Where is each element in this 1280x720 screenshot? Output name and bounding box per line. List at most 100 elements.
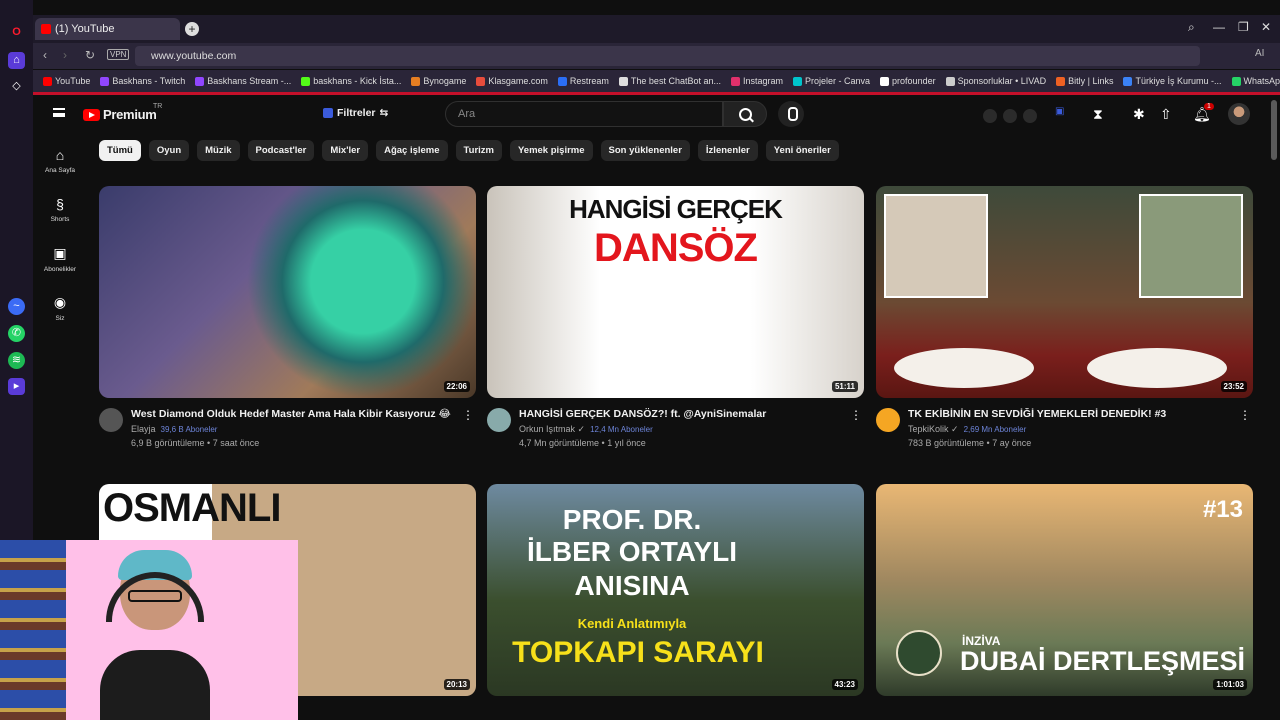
- tab-youtube[interactable]: (1) YouTube: [35, 18, 180, 40]
- chip[interactable]: İzlenenler: [697, 140, 758, 161]
- chip[interactable]: Müzik: [197, 140, 240, 161]
- video-card[interactable]: 23:52 TK EKİBİNİN EN SEVDİĞİ YEMEKLERİ D…: [876, 186, 1253, 456]
- home-icon: ⌂: [55, 147, 65, 163]
- more-options-icon[interactable]: ⋮: [1239, 408, 1251, 422]
- messenger-icon[interactable]: ~: [8, 298, 25, 315]
- chip[interactable]: Podcast'ler: [247, 140, 315, 161]
- back-icon[interactable]: ‹: [43, 48, 47, 62]
- chip[interactable]: Ağaç işleme: [376, 140, 448, 161]
- video-card[interactable]: PROF. DR. İLBER ORTAYLI ANISINA Kendi An…: [487, 484, 864, 696]
- maximize-icon[interactable]: ❐: [1238, 20, 1249, 34]
- channel-name[interactable]: TepkiKolik ✓: [908, 424, 959, 434]
- channel-info: Elayja 39,6 B Aboneler: [131, 424, 217, 434]
- thumbnail-text: #13: [1202, 496, 1243, 523]
- ai-button[interactable]: AI: [1255, 48, 1264, 59]
- chip[interactable]: Mix'ler: [322, 140, 369, 161]
- channel-avatar[interactable]: [487, 408, 511, 432]
- channel-name[interactable]: Orkun Işıtmak ✓: [519, 424, 585, 434]
- vpn-badge[interactable]: VPN: [107, 49, 130, 60]
- video-title[interactable]: West Diamond Olduk Hedef Master Ama Hala…: [131, 408, 456, 420]
- search-input[interactable]: Ara: [445, 101, 723, 127]
- channel-info: TepkiKolik ✓ 2,69 Mn Aboneler: [908, 424, 1026, 435]
- account-avatar[interactable]: [1228, 103, 1250, 125]
- channel-name[interactable]: Elayja: [131, 424, 156, 434]
- bookmark-item[interactable]: Instagram: [730, 76, 783, 86]
- youtube-logo[interactable]: Premium: [83, 107, 157, 122]
- video-thumbnail[interactable]: #13 İNZİVA DUBAİ DERTLEŞMESİ 1:01:03: [876, 484, 1253, 696]
- channel-avatar[interactable]: [876, 408, 900, 432]
- bookmark-item[interactable]: Baskhans Stream -...: [195, 76, 291, 86]
- region-code: TR: [153, 103, 163, 110]
- bookmark-item[interactable]: Bitly | Links: [1056, 76, 1113, 86]
- video-card[interactable]: 22:06 West Diamond Olduk Hedef Master Am…: [99, 186, 476, 456]
- search-tabs-icon[interactable]: ⌕: [1188, 20, 1195, 35]
- video-card[interactable]: HANGİSİ GERÇEK DANSÖZ 51:11 HANGİSİ GERÇ…: [487, 186, 864, 456]
- bookmark-item[interactable]: profounder: [880, 76, 936, 86]
- chip[interactable]: Turizm: [455, 140, 502, 161]
- extension-icon[interactable]: [1023, 109, 1037, 123]
- extension-icon[interactable]: [983, 109, 997, 123]
- video-duration: 1:01:03: [1213, 679, 1247, 690]
- channel-avatar[interactable]: [99, 408, 123, 432]
- video-title[interactable]: HANGİSİ GERÇEK DANSÖZ?! ft. @AyniSinemal…: [519, 408, 844, 420]
- video-thumbnail[interactable]: HANGİSİ GERÇEK DANSÖZ 51:11: [487, 186, 864, 398]
- bookmark-item[interactable]: baskhans - Kick İsta...: [301, 76, 401, 86]
- nav-shorts[interactable]: § Shorts: [33, 196, 87, 223]
- bookmark-item[interactable]: The best ChatBot an...: [618, 76, 721, 86]
- menu-icon[interactable]: [53, 108, 65, 117]
- more-options-icon[interactable]: ⋮: [850, 408, 862, 422]
- bookmark-item[interactable]: Bynogame: [411, 76, 466, 86]
- voice-search-icon[interactable]: [778, 101, 804, 127]
- whatsapp-icon[interactable]: ✆: [8, 325, 25, 342]
- new-tab-button[interactable]: +: [185, 22, 199, 36]
- nav-subscriptions[interactable]: ▣ Abonelikler: [33, 245, 87, 273]
- chip-all[interactable]: Tümü: [99, 140, 141, 161]
- upload-icon[interactable]: ⇧: [1160, 106, 1172, 123]
- chip[interactable]: Oyun: [148, 140, 190, 161]
- video-thumbnail[interactable]: 22:06: [99, 186, 476, 398]
- bookmark-item[interactable]: WhatsApp: [1231, 76, 1280, 86]
- chip[interactable]: Yeni öneriler: [765, 140, 839, 161]
- cast-icon[interactable]: ⧗: [1093, 106, 1103, 123]
- spotify-icon[interactable]: ≋: [8, 352, 25, 369]
- close-window-icon[interactable]: ✕: [1261, 20, 1271, 34]
- video-duration: 51:11: [831, 381, 858, 392]
- minimize-icon[interactable]: —: [1213, 20, 1225, 34]
- nav-home[interactable]: ⌂ Ana Sayfa: [33, 147, 87, 174]
- search-button[interactable]: [723, 101, 767, 127]
- video-thumbnail[interactable]: PROF. DR. İLBER ORTAYLI ANISINA Kendi An…: [487, 484, 864, 696]
- video-thumbnail[interactable]: 23:52: [876, 186, 1253, 398]
- video-duration: 20:13: [443, 679, 470, 690]
- forward-icon[interactable]: ›: [63, 48, 67, 62]
- video-title[interactable]: TK EKİBİNİN EN SEVDİĞİ YEMEKLERİ DENEDİK…: [908, 408, 1233, 420]
- opera-pin-icon[interactable]: ◇: [8, 78, 25, 95]
- bookmark-item[interactable]: Klasgame.com: [476, 76, 548, 86]
- bookmark-item[interactable]: Projeler - Canva: [793, 76, 870, 86]
- bookmark-item[interactable]: Restream: [557, 76, 609, 86]
- bookmark-item[interactable]: YouTube: [43, 76, 90, 86]
- extension-icon[interactable]: [1003, 109, 1017, 123]
- bookmark-item[interactable]: Baskhans - Twitch: [100, 76, 185, 86]
- you-icon: ◉: [53, 294, 67, 310]
- opera-home-icon[interactable]: ⌂: [8, 52, 25, 69]
- chip[interactable]: Son yüklenenler: [600, 140, 690, 161]
- reload-icon[interactable]: ↻: [85, 48, 95, 62]
- subscriber-count: 12,4 Mn Aboneler: [590, 425, 653, 434]
- thumbnail-text: DUBAİ DERTLEŞMESİ: [960, 646, 1246, 676]
- opera-logo-icon[interactable]: O: [8, 24, 25, 41]
- youtube-header: Premium TR Filtreler ⇆ Ara ▣ ⧗ ✱ ⇧ 🔔︎ 1: [33, 95, 1280, 133]
- url-field[interactable]: www.youtube.com: [135, 46, 1200, 66]
- opera-player-icon[interactable]: ▸: [8, 378, 25, 395]
- extension-puzzle-icon[interactable]: ✱: [1133, 106, 1145, 123]
- more-options-icon[interactable]: ⋮: [462, 408, 474, 422]
- video-card[interactable]: #13 İNZİVA DUBAİ DERTLEŞMESİ 1:01:03: [876, 484, 1253, 696]
- channel-info: Orkun Işıtmak ✓ 12,4 Mn Aboneler: [519, 424, 653, 435]
- blocker-icon[interactable]: ▣: [1055, 106, 1064, 117]
- thumbnail-text: ANISINA: [574, 570, 690, 601]
- bookmark-item[interactable]: Türkiye İş Kurumu -...: [1123, 76, 1222, 86]
- nav-you[interactable]: ◉ Siz: [33, 294, 87, 322]
- chip[interactable]: Yemek pişirme: [509, 140, 593, 161]
- filters-button[interactable]: Filtreler ⇆: [323, 107, 388, 119]
- bookmark-item[interactable]: Sponsorluklar • LIVAD: [945, 76, 1046, 86]
- page-scrollbar[interactable]: [1271, 100, 1277, 160]
